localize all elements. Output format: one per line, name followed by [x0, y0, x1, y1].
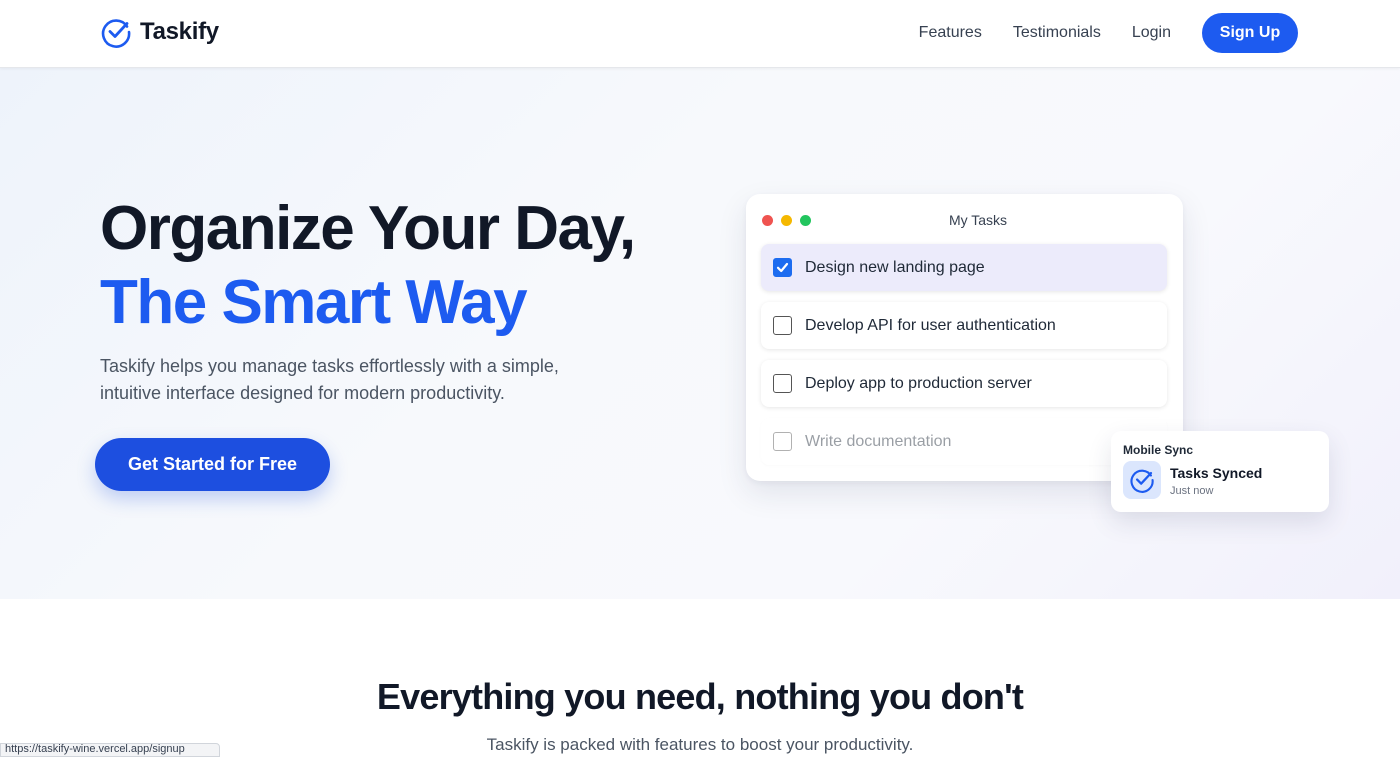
hero-title-line1: Organize Your Day,	[100, 194, 636, 263]
task-checkbox[interactable]	[773, 432, 792, 451]
link-status-bar: https://taskify-wine.vercel.app/signup	[0, 743, 220, 757]
sync-notification: Mobile Sync Tasks Synced Just now	[1111, 431, 1329, 512]
task-item[interactable]: Write documentation	[761, 418, 1167, 465]
check-circle-icon	[101, 19, 131, 48]
task-item[interactable]: Deploy app to production server	[761, 360, 1167, 407]
task-label: Design new landing page	[805, 258, 985, 276]
task-item[interactable]: Design new landing page	[761, 244, 1167, 291]
checkmark-icon	[776, 262, 789, 273]
main-nav: Features Testimonials Login Sign Up	[919, 13, 1298, 53]
sync-title: Tasks Synced	[1170, 465, 1263, 481]
logo-text: Taskify	[140, 18, 219, 45]
sync-icon-box	[1123, 461, 1161, 499]
sign-up-button[interactable]: Sign Up	[1202, 13, 1298, 53]
hero-section: Organize Your Day, The Smart Way Taskify…	[0, 68, 1400, 599]
task-item[interactable]: Develop API for user authentication	[761, 302, 1167, 349]
task-label: Write documentation	[805, 432, 952, 450]
task-checkbox-checked[interactable]	[773, 258, 792, 277]
sync-time: Just now	[1170, 485, 1214, 497]
check-circle-icon	[1130, 469, 1154, 493]
hero-title: Organize Your Day, The Smart Way	[100, 192, 636, 340]
task-label: Develop API for user authentication	[805, 316, 1056, 334]
get-started-button[interactable]: Get Started for Free	[95, 438, 330, 491]
hero-description: Taskify helps you manage tasks effortles…	[100, 356, 559, 403]
sync-heading: Mobile Sync	[1123, 443, 1194, 457]
task-checkbox[interactable]	[773, 374, 792, 393]
nav-link-testimonials[interactable]: Testimonials	[1013, 13, 1101, 53]
task-card-title: My Tasks	[948, 212, 1008, 228]
task-label: Deploy app to production server	[805, 374, 1032, 392]
features-title: Everything you need, nothing you don't	[376, 676, 1024, 717]
nav-link-login[interactable]: Login	[1132, 13, 1171, 53]
hero-title-line2: The Smart Way	[100, 268, 528, 337]
site-header: Taskify Features Testimonials Login Sign…	[0, 0, 1400, 68]
task-checkbox[interactable]	[773, 316, 792, 335]
nav-link-features[interactable]: Features	[919, 13, 982, 53]
logo[interactable]: Taskify	[100, 16, 219, 48]
